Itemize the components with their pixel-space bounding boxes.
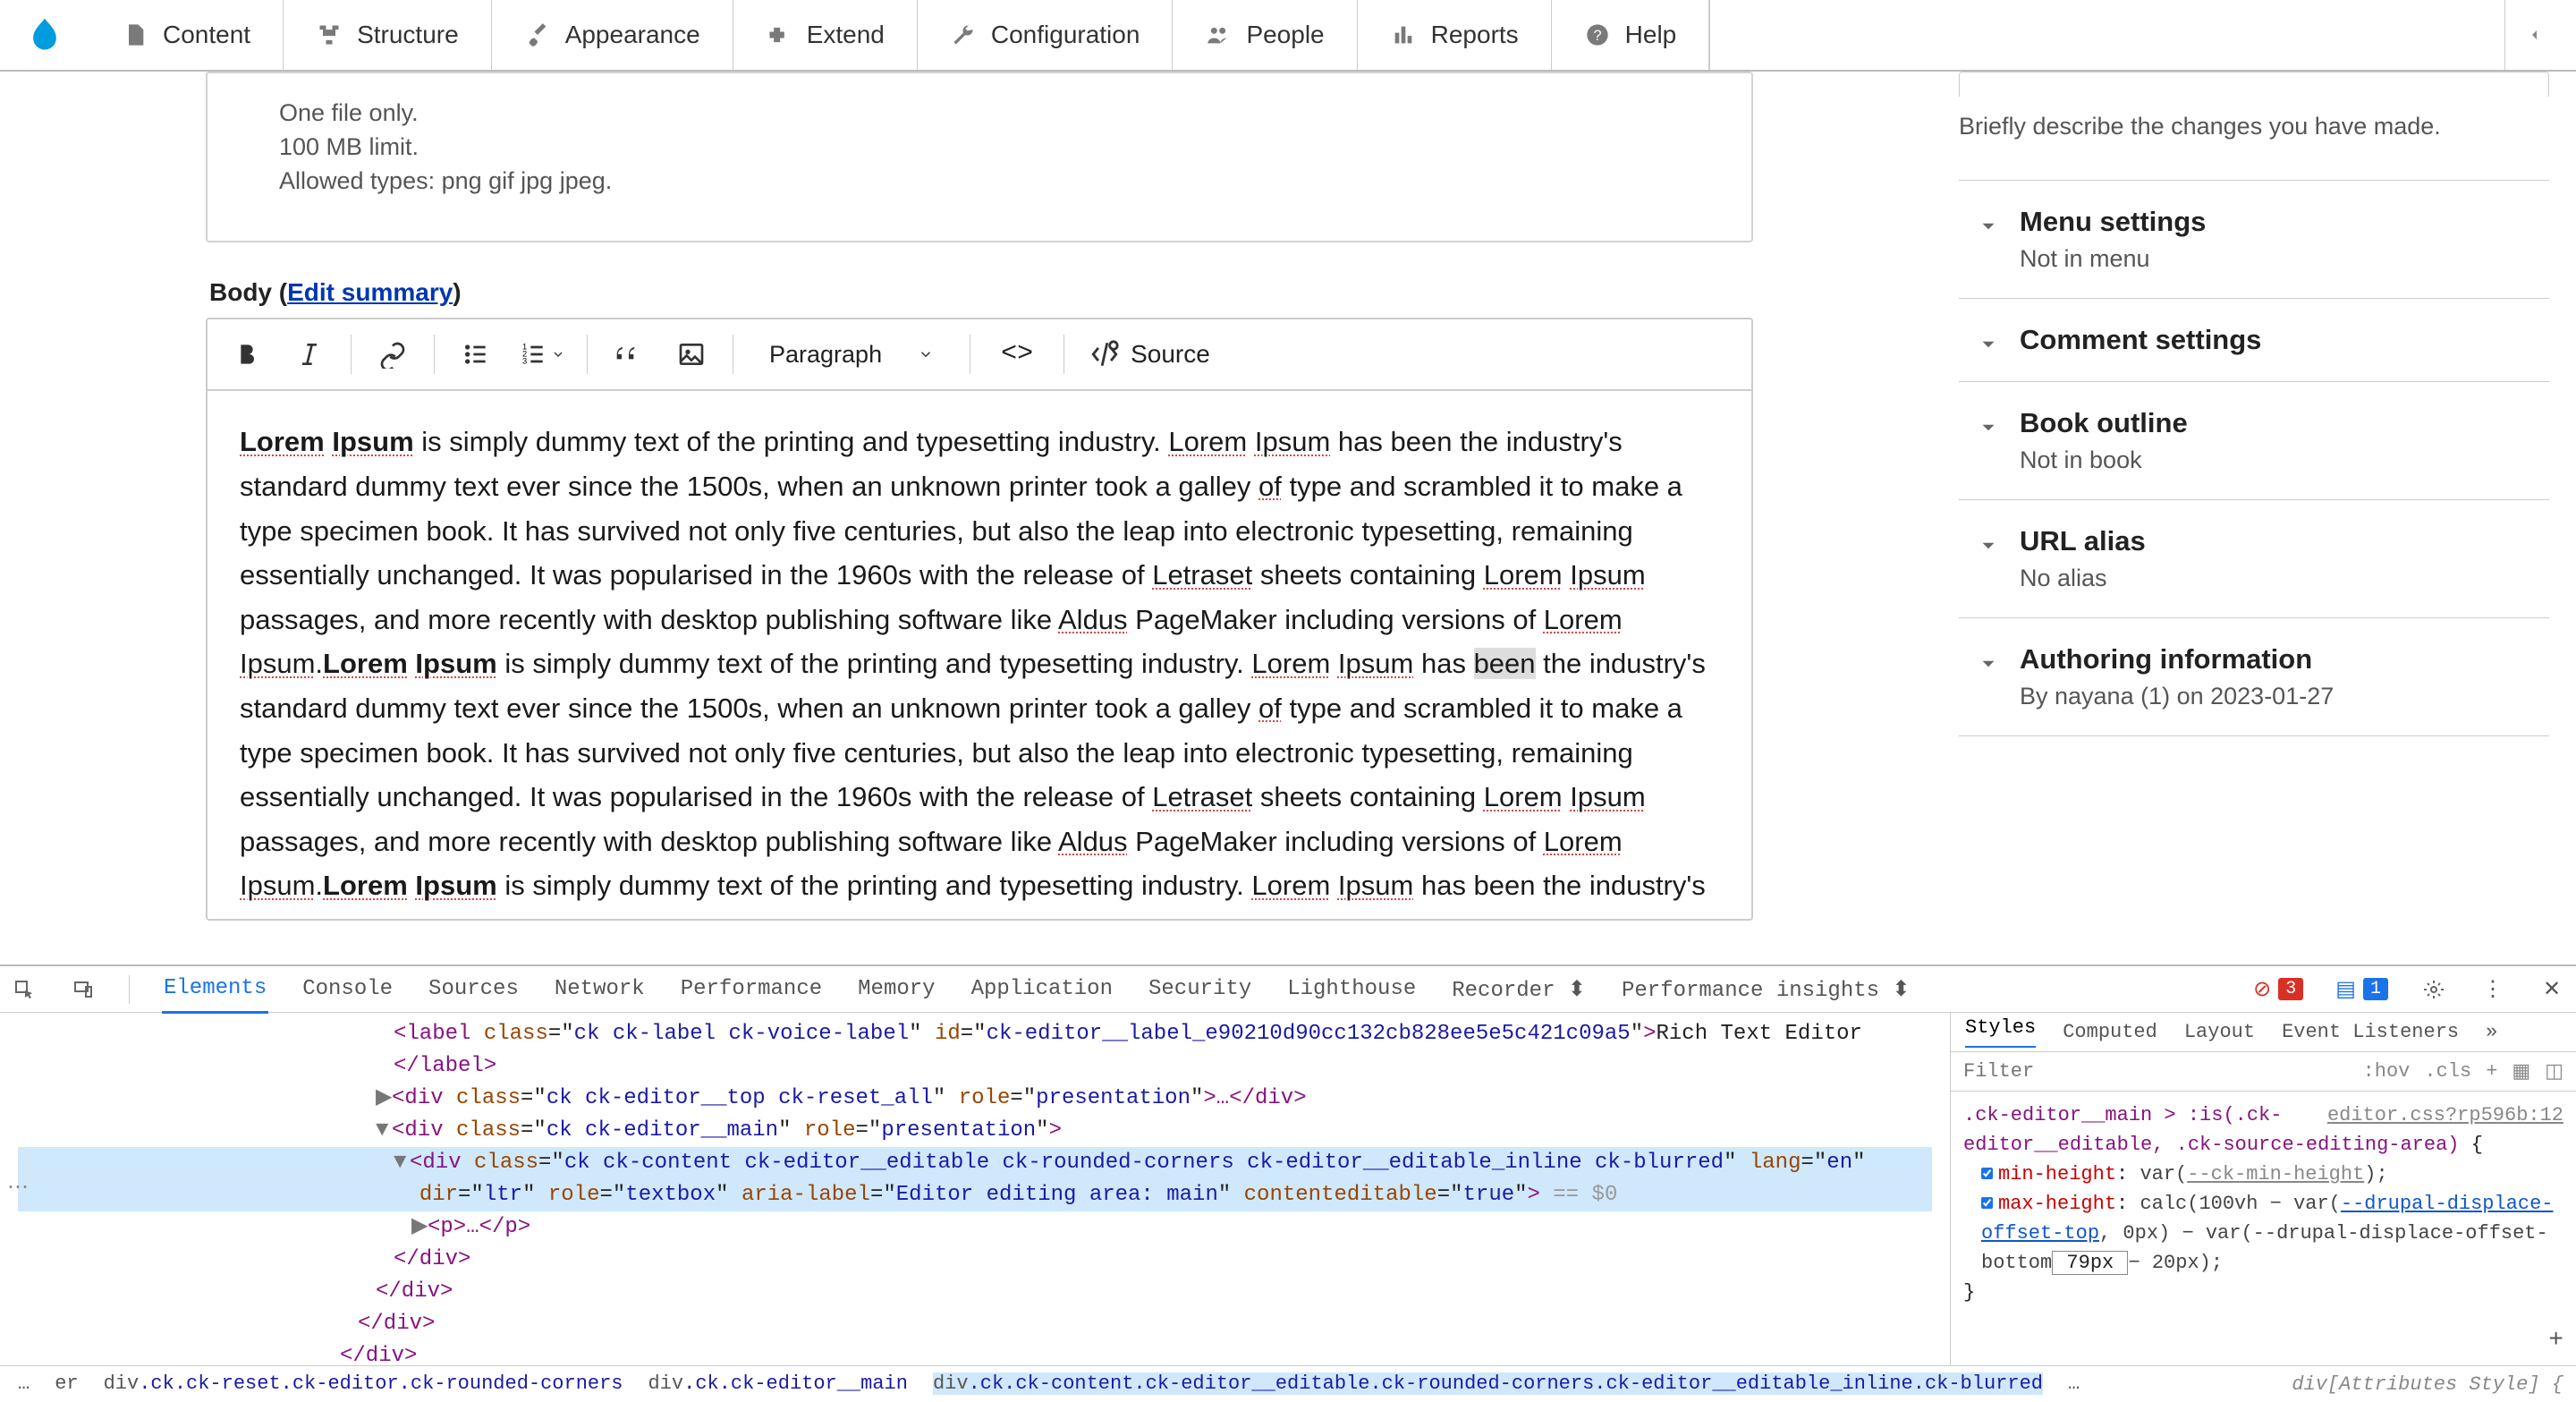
toolbar-tabs: Content Structure Appearance Extend Conf… <box>89 0 1709 70</box>
devtools-tab-application[interactable]: Application <box>970 966 1114 1012</box>
devtools-tab-security[interactable]: Security <box>1147 966 1253 1012</box>
row-actions-icon[interactable]: ⋯ <box>0 1173 36 1205</box>
file-help-line2: 100 MB limit. <box>279 131 1680 165</box>
styles-tab-computed[interactable]: Computed <box>2063 1021 2157 1043</box>
devtools-tab-console[interactable]: Console <box>301 966 394 1012</box>
hov-toggle[interactable]: :hov <box>2363 1060 2411 1083</box>
people-icon <box>1205 21 1232 48</box>
revision-log-help: Briefly describe the changes you have ma… <box>1959 113 2549 140</box>
gear-icon[interactable] <box>2420 976 2447 1003</box>
devtools-tabbar: Elements Console Sources Network Perform… <box>0 966 2576 1013</box>
kebab-icon[interactable]: ⋮ <box>2479 976 2506 1003</box>
image-button[interactable] <box>665 330 718 378</box>
tab-structure[interactable]: Structure <box>284 0 492 70</box>
add-rule-icon[interactable]: + <box>2548 1322 2563 1360</box>
styles-tab-styles[interactable]: Styles <box>1965 1016 2036 1048</box>
accordion-comment-settings[interactable]: Comment settings <box>1959 298 2549 381</box>
tab-extend[interactable]: Extend <box>733 0 918 70</box>
styles-rules[interactable]: editor.css?rp596b:12 .ck-editor__main > … <box>1951 1092 2576 1365</box>
file-upload-field: One file only. 100 MB limit. Allowed typ… <box>206 72 1753 242</box>
chart-icon <box>1390 21 1417 48</box>
devtools-panel: Elements Console Sources Network Perform… <box>0 964 2576 1401</box>
styles-tabs: Styles Computed Layout Event Listeners » <box>1951 1013 2576 1052</box>
chevron-down-icon <box>1977 324 2000 356</box>
flexbox-icon[interactable]: ▦ <box>2512 1060 2530 1083</box>
ckeditor-toolbar: 123 Paragraph <> Source <box>208 319 1751 391</box>
inspect-icon[interactable] <box>11 976 38 1003</box>
back-to-site-button[interactable] <box>2504 0 2576 70</box>
dom-tree[interactable]: ⋯ <label class="ck ck-label ck-voice-lab… <box>0 1013 1950 1365</box>
devtools-tab-elements[interactable]: Elements <box>162 965 268 1014</box>
drupal-logo[interactable] <box>0 0 89 70</box>
edit-summary-link[interactable]: Edit summary <box>287 278 453 306</box>
tab-configuration[interactable]: Configuration <box>918 0 1174 70</box>
styles-filter-bar: :hov .cls + ▦ ◫ <box>1951 1052 2576 1092</box>
admin-toolbar: Content Structure Appearance Extend Conf… <box>0 0 2576 72</box>
error-badge[interactable]: ⊘3 <box>2253 976 2303 1003</box>
bullet-list-button[interactable] <box>449 330 503 378</box>
close-icon[interactable]: ✕ <box>2538 976 2565 1003</box>
help-icon: ? <box>1584 21 1611 48</box>
chevron-down-icon <box>1977 525 2000 592</box>
tab-reports[interactable]: Reports <box>1358 0 1552 70</box>
sidebar: Briefly describe the changes you have ma… <box>1959 72 2576 964</box>
link-button[interactable] <box>366 330 419 378</box>
editor-content[interactable]: Lorem Ipsum is simply dummy text of the … <box>208 391 1751 919</box>
file-help-line1: One file only. <box>279 97 1680 131</box>
tab-help[interactable]: ?Help <box>1552 0 1710 70</box>
chevron-down-icon <box>918 346 934 362</box>
tree-icon <box>316 21 343 48</box>
devtools-tab-perf-insights[interactable]: Performance insights ⬍ <box>1620 965 1912 1014</box>
devtools-tab-lighthouse[interactable]: Lighthouse <box>1285 966 1418 1012</box>
breadcrumb[interactable]: … er div.ck.ck-reset.ck-editor.ck-rounde… <box>0 1365 2576 1401</box>
bold-button[interactable] <box>220 330 274 378</box>
info-badge[interactable]: ▤1 <box>2335 976 2388 1003</box>
styles-filter-input[interactable] <box>1963 1060 2349 1083</box>
devtools-tab-memory[interactable]: Memory <box>856 966 936 1012</box>
new-rule-icon[interactable]: + <box>2486 1060 2497 1083</box>
accordion-menu-settings[interactable]: Menu settingsNot in menu <box>1959 180 2549 298</box>
tab-appearance[interactable]: Appearance <box>492 0 733 70</box>
styles-tab-layout[interactable]: Layout <box>2184 1021 2255 1043</box>
accordion-url-alias[interactable]: URL aliasNo alias <box>1959 499 2549 617</box>
chevron-down-icon <box>1977 643 2000 710</box>
file-help-line3: Allowed types: png gif jpg jpeg. <box>279 165 1680 199</box>
more-tabs-icon[interactable]: » <box>2486 1021 2497 1043</box>
source-button[interactable]: Source <box>1079 339 1221 370</box>
device-icon[interactable] <box>70 976 97 1003</box>
body-field-label: Body (Edit summary) <box>209 278 1753 307</box>
devtools-tab-network[interactable]: Network <box>553 966 647 1012</box>
source-file-link[interactable]: editor.css?rp596b:12 <box>2327 1100 2563 1130</box>
tab-content[interactable]: Content <box>89 0 284 70</box>
panel-icon[interactable]: ◫ <box>2545 1060 2563 1083</box>
styles-panel: Styles Computed Layout Event Listeners »… <box>1950 1013 2576 1365</box>
numbered-list-button[interactable]: 123 <box>512 330 572 378</box>
chevron-down-icon <box>1977 206 2000 273</box>
rule-checkbox[interactable] <box>1981 1197 1993 1209</box>
svg-text:?: ? <box>1593 28 1601 44</box>
italic-button[interactable] <box>283 330 336 378</box>
devtools-tab-performance[interactable]: Performance <box>679 966 824 1012</box>
file-icon <box>122 21 148 48</box>
devtools-tab-sources[interactable]: Sources <box>427 966 521 1012</box>
brush-icon <box>524 21 551 48</box>
puzzle-icon <box>766 21 792 48</box>
accordion-authoring-info[interactable]: Authoring informationBy nayana (1) on 20… <box>1959 617 2549 736</box>
devtools-tab-recorder[interactable]: Recorder ⬍ <box>1450 965 1588 1014</box>
styles-tab-events[interactable]: Event Listeners <box>2282 1021 2459 1043</box>
heading-dropdown[interactable]: Paragraph <box>748 330 955 378</box>
chevron-down-icon <box>1977 407 2000 474</box>
html-code-button[interactable]: <> <box>985 339 1049 370</box>
svg-text:3: 3 <box>522 357 527 366</box>
rule-checkbox[interactable] <box>1981 1168 1993 1179</box>
accordion-book-outline[interactable]: Book outlineNot in book <box>1959 381 2549 499</box>
blockquote-button[interactable] <box>602 330 656 378</box>
ckeditor: 123 Paragraph <> Source Lorem Ipsum is s… <box>206 318 1753 921</box>
tab-people[interactable]: People <box>1173 0 1357 70</box>
cls-toggle[interactable]: .cls <box>2424 1060 2471 1083</box>
wrench-icon <box>950 21 977 48</box>
